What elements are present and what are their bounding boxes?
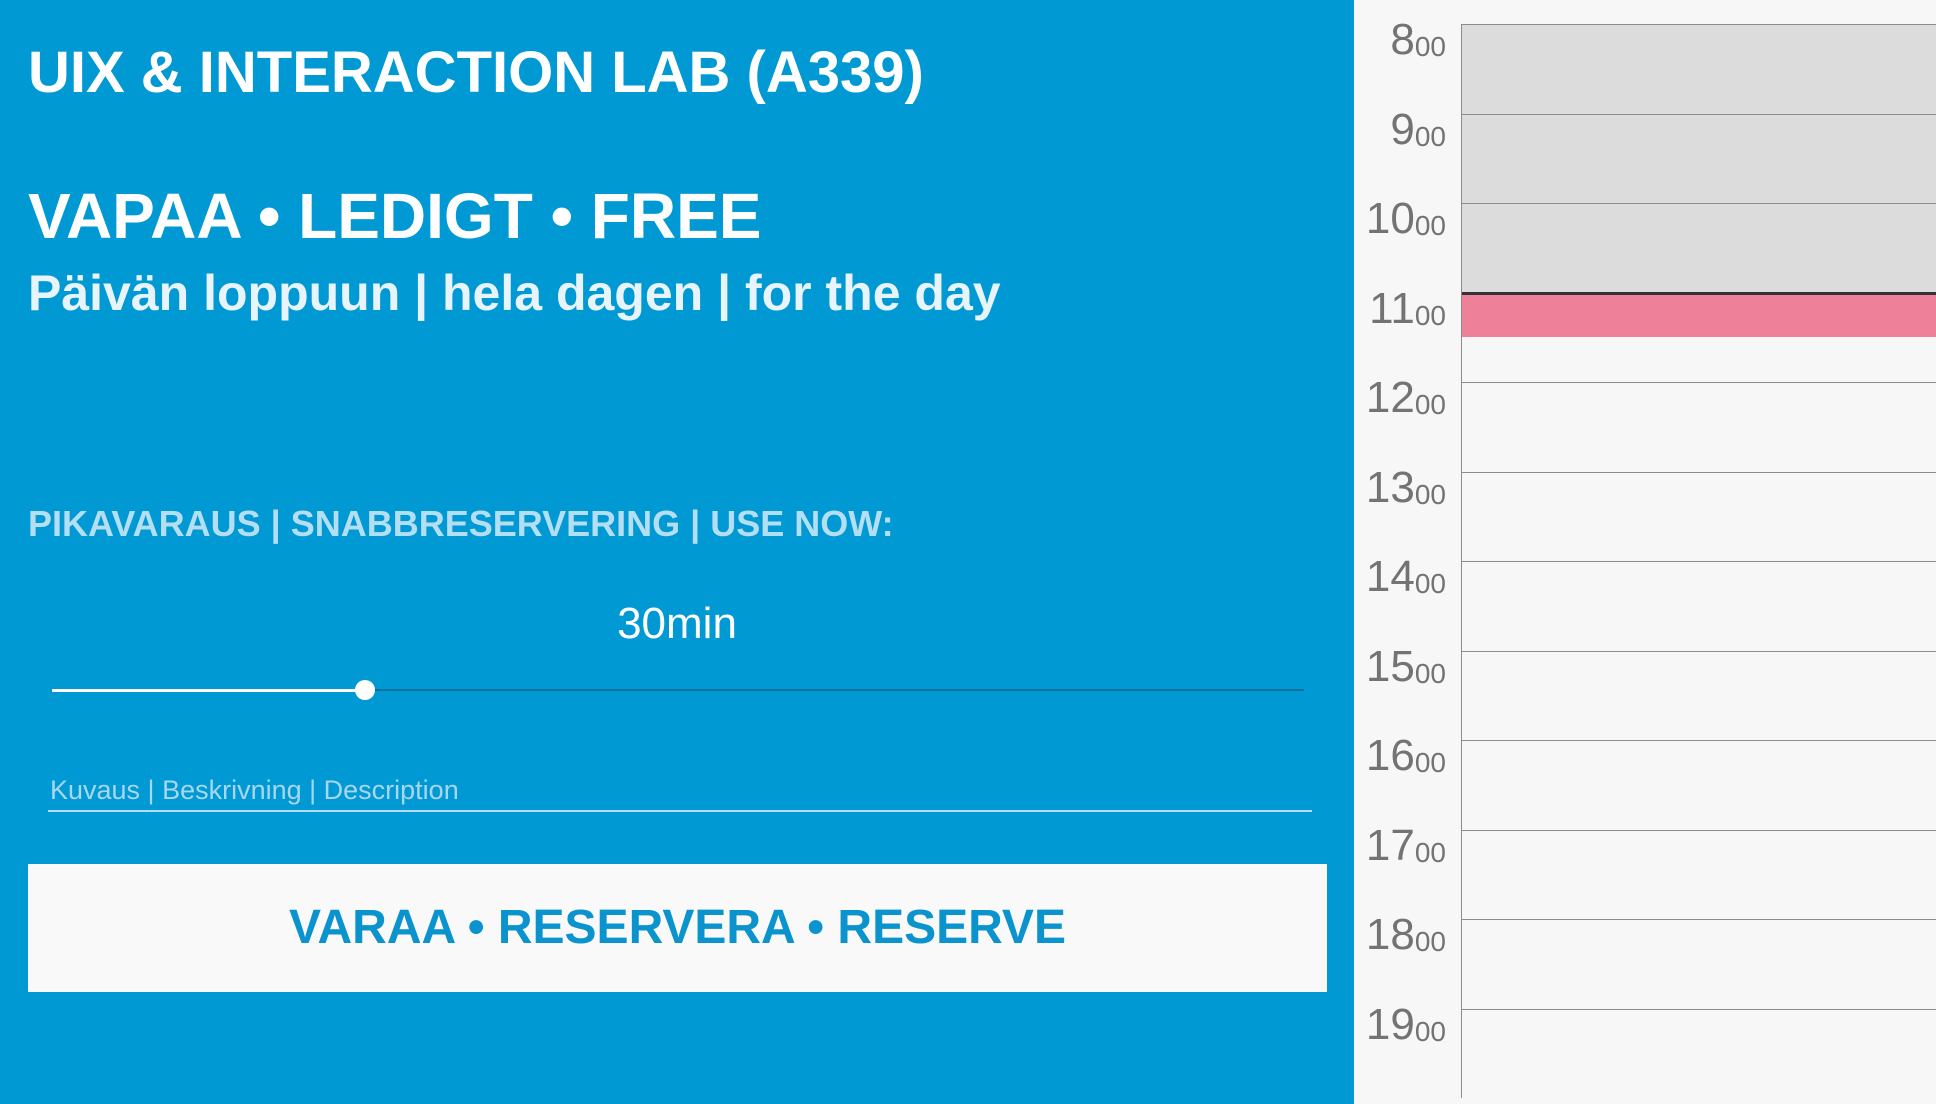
quick-reserve-label: PIKAVARAUS | SNABBRESERVERING | USE NOW: (28, 503, 894, 544)
hour-label: 1700 (1354, 820, 1446, 875)
hour-number: 8 (1390, 15, 1415, 64)
hour-minutes: 00 (1414, 389, 1446, 420)
hour-gridline (1462, 919, 1936, 920)
hour-minutes: 00 (1414, 210, 1446, 241)
room-title: UIX & INTERACTION LAB (A339) (28, 40, 924, 105)
hour-label: 1300 (1354, 462, 1446, 517)
hour-gridline (1462, 471, 1936, 473)
description-input[interactable] (48, 770, 1312, 812)
reserve-button[interactable]: VARAA • RESERVERA • RESERVE (28, 864, 1327, 992)
hour-gridline (1462, 203, 1936, 204)
availability-status: VAPAA • LEDIGT • FREE (28, 180, 762, 252)
hour-gridline (1462, 561, 1936, 562)
hour-minutes: 00 (1414, 120, 1446, 152)
hour-gridline (1462, 24, 1936, 25)
hour-number: 12 (1365, 373, 1415, 422)
slider-thumb[interactable] (355, 680, 375, 700)
hour-minutes: 00 (1414, 747, 1446, 778)
hour-gridline (1462, 113, 1936, 115)
hour-number: 16 (1365, 731, 1415, 780)
day-calendar[interactable]: 800 900 1000 1100 1200 1300 1400 1500 1600 1700 18… (1354, 0, 1936, 1104)
hour-number: 14 (1365, 552, 1415, 601)
hour-label: 1100 (1354, 283, 1446, 338)
hour-gridline (1462, 1008, 1936, 1010)
hour-minutes: 00 (1414, 299, 1446, 331)
hour-number: 17 (1365, 820, 1415, 870)
hour-label: 900 (1354, 104, 1446, 159)
hour-minutes: 00 (1414, 1015, 1446, 1047)
hour-minutes: 00 (1414, 926, 1446, 957)
hour-number: 13 (1365, 462, 1415, 512)
hour-gridline (1462, 650, 1936, 652)
hour-label: 800 (1354, 16, 1446, 69)
hour-minutes: 00 (1414, 478, 1446, 510)
hour-minutes: 00 (1414, 31, 1446, 62)
hour-number: 15 (1365, 641, 1415, 691)
hour-label: 1200 (1354, 374, 1446, 427)
past-time-block (1462, 24, 1936, 293)
hour-minutes: 00 (1414, 836, 1446, 868)
hour-gridline (1462, 382, 1936, 383)
hour-gridline (1462, 829, 1936, 831)
duration-value: 30min (617, 599, 737, 648)
hour-label: 1900 (1354, 999, 1446, 1054)
hour-label: 1000 (1354, 195, 1446, 248)
hour-label: 1500 (1354, 641, 1446, 696)
duration-slider[interactable] (52, 680, 1304, 700)
hour-number: 9 (1390, 104, 1415, 154)
hour-number: 11 (1369, 283, 1415, 333)
selected-booking-slot[interactable] (1462, 292, 1936, 338)
slider-fill (52, 689, 365, 692)
hour-number: 19 (1365, 999, 1415, 1049)
availability-duration: Päivän loppuun | hela dagen | for the da… (28, 265, 1001, 321)
hour-number: 18 (1365, 910, 1415, 959)
booking-panel: UIX & INTERACTION LAB (A339) VAPAA • LED… (0, 0, 1354, 1104)
current-time-indicator (1462, 291, 1936, 295)
hour-label: 1600 (1354, 732, 1446, 785)
hour-gridline (1462, 740, 1936, 741)
hour-minutes: 00 (1414, 657, 1446, 689)
hour-label: 1400 (1354, 553, 1446, 606)
hour-number: 10 (1365, 194, 1415, 243)
hour-label: 1800 (1354, 911, 1446, 964)
hour-minutes: 00 (1414, 568, 1446, 599)
